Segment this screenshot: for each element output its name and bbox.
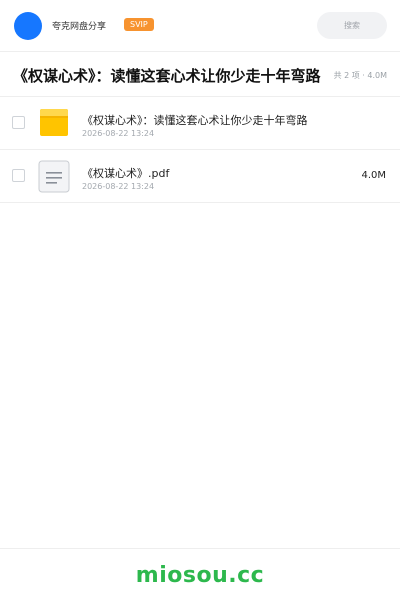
file-date: 2026-08-22 13:24 — [82, 182, 155, 191]
site-logo[interactable]: miosou.cc — [0, 563, 400, 588]
file-row[interactable]: 《权谋心术》：读懂这套心术让你少走十年弯路 2026-08-22 13:24 — [0, 97, 400, 150]
brand-name: 夸克网盘分享 — [52, 22, 107, 32]
file-name[interactable]: 《权谋心术》.pdf — [82, 165, 169, 181]
search-button[interactable]: 搜索 — [317, 12, 387, 39]
file-name[interactable]: 《权谋心术》：读懂这套心术让你少走十年弯路 — [82, 112, 308, 128]
top-bar: 夸克网盘分享 SVIP 搜索 — [0, 0, 400, 52]
avatar[interactable] — [14, 12, 42, 40]
folder-icon — [38, 107, 70, 140]
share-meta: 共 2 项 · 4.0M — [333, 71, 387, 80]
row-checkbox[interactable] — [12, 169, 25, 182]
document-icon — [38, 160, 70, 193]
row-checkbox[interactable] — [12, 116, 25, 129]
file-size: 4.0M — [361, 170, 386, 181]
svip-badge: SVIP — [124, 18, 154, 31]
page-title: 《权谋心术》：读懂这套心术让你少走十年弯路 — [13, 67, 321, 85]
file-row[interactable]: 《权谋心术》.pdf 2026-08-22 13:24 4.0M — [0, 150, 400, 203]
footer: miosou.cc — [0, 548, 400, 600]
file-date: 2026-08-22 13:24 — [82, 129, 155, 138]
file-list: 《权谋心术》：读懂这套心术让你少走十年弯路 2026-08-22 13:24 《… — [0, 97, 400, 203]
share-title-row: 《权谋心术》：读懂这套心术让你少走十年弯路 共 2 项 · 4.0M — [0, 52, 400, 97]
share-page: 夸克网盘分享 SVIP 搜索 《权谋心术》：读懂这套心术让你少走十年弯路 共 2… — [0, 0, 400, 600]
